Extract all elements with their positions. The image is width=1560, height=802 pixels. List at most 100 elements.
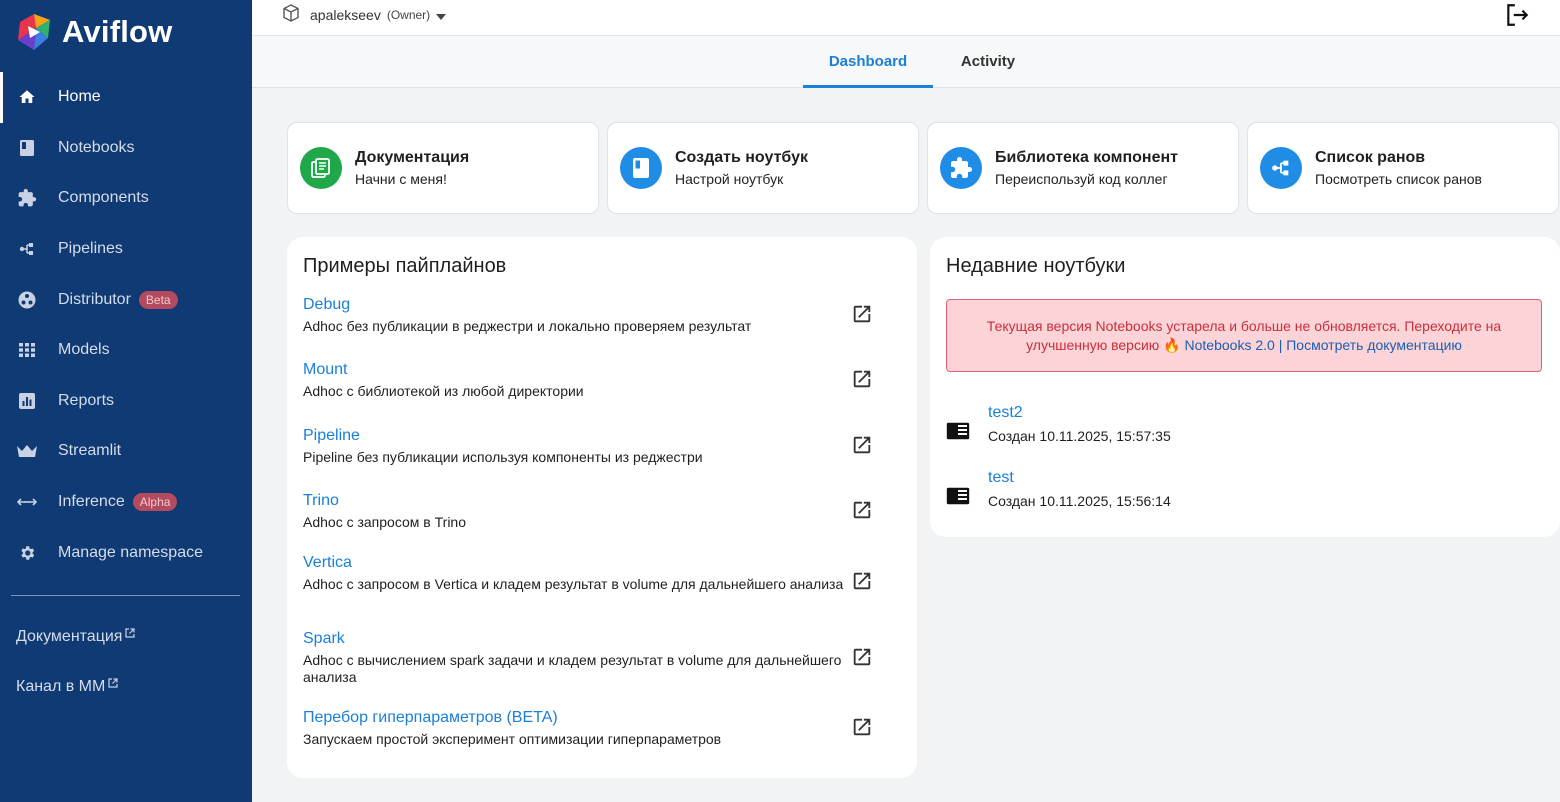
notebook-icon <box>16 137 38 159</box>
sidebar-item-inference[interactable]: Inference Alpha <box>0 477 252 528</box>
sidebar-item-distributor[interactable]: Distributor Beta <box>0 274 252 325</box>
notebook-name-link[interactable]: test <box>988 469 1014 487</box>
example-description: Adhoc с вычислением spark задачи и кладе… <box>303 652 842 685</box>
sidebar-item-label: Inference <box>58 493 125 511</box>
external-link-icon <box>108 675 118 693</box>
example-item-vertica: Vertica Adhoc с запросом в Vertica и кла… <box>303 554 903 593</box>
quick-card-subtitle: Посмотреть список ранов <box>1315 171 1482 187</box>
example-link[interactable]: Debug <box>303 296 903 314</box>
example-description: Adhoc с запросом в Vertica и кладем резу… <box>303 576 844 592</box>
quick-card-component-library[interactable]: Библиотека компонент Переиспользуй код к… <box>927 122 1239 214</box>
recent-notebooks-panel: Недавние ноутбуки Текущая версия Noteboo… <box>930 237 1560 537</box>
sidebar-link-label: Канал в ММ <box>16 678 106 695</box>
sidebar-item-streamlit[interactable]: Streamlit <box>0 426 252 477</box>
example-description: Adhoc с библиотекой из любой директории <box>303 383 584 399</box>
sidebar-item-label: Manage namespace <box>58 543 203 561</box>
sidebar-item-home[interactable]: Home <box>0 72 252 123</box>
notebook-created-date: Создан 10.11.2025, 15:56:14 <box>988 493 1171 509</box>
sidebar-link-mm-channel[interactable]: Канал в ММ <box>16 678 118 696</box>
logout-icon <box>1507 4 1529 26</box>
quick-card-documentation[interactable]: Документация Начни с меня! <box>287 122 599 214</box>
quick-card-subtitle: Начни с меня! <box>355 171 447 187</box>
example-item-spark: Spark Adhoc с вычислением spark задачи и… <box>303 630 903 686</box>
sidebar-item-label: Reports <box>58 391 115 409</box>
sidebar-item-label: Home <box>58 88 101 106</box>
sidebar-item-reports[interactable]: Reports <box>0 376 252 427</box>
example-description: Запускаем простой эксперимент оптимизаци… <box>303 731 722 747</box>
deprecation-warning: Текущая версия Notebooks устарела и боль… <box>946 299 1542 372</box>
quick-card-subtitle: Настрой ноутбук <box>675 171 784 187</box>
app-name: Aviflow <box>62 14 173 49</box>
arrows-icon <box>16 491 38 513</box>
open-in-new-icon[interactable] <box>851 716 875 740</box>
quick-card-title: Создать ноутбук <box>675 149 808 166</box>
example-link[interactable]: Trino <box>303 492 903 510</box>
example-link[interactable]: Spark <box>303 630 903 648</box>
sidebar-link-documentation[interactable]: Документация <box>16 625 136 646</box>
warning-separator: | <box>1278 337 1283 353</box>
sidebar: Aviflow Home Notebooks Components Pipeli… <box>0 0 252 802</box>
notebook-name-link[interactable]: test2 <box>988 404 1023 422</box>
example-link[interactable]: Перебор гиперпараметров (BETA) <box>303 709 903 727</box>
quick-card-title: Список ранов <box>1315 149 1426 166</box>
docs-icon <box>300 147 342 189</box>
example-link[interactable]: Mount <box>303 361 903 379</box>
view-docs-link[interactable]: Посмотреть документацию <box>1286 337 1462 353</box>
open-in-new-icon[interactable] <box>851 303 875 327</box>
open-in-new-icon[interactable] <box>851 368 875 392</box>
notebook-card-icon <box>946 487 970 505</box>
external-link-icon <box>125 625 136 643</box>
chevron-down-icon <box>436 7 447 23</box>
sidebar-item-label: Components <box>58 189 149 207</box>
sidebar-item-label: Pipelines <box>58 240 123 258</box>
sidebar-item-pipelines[interactable]: Pipelines <box>0 224 252 275</box>
panel-title: Примеры пайплайнов <box>303 255 507 277</box>
sidebar-item-models[interactable]: Models <box>0 325 252 376</box>
tab-dashboard[interactable]: Dashboard <box>803 36 933 88</box>
sidebar-item-label: Models <box>58 341 110 359</box>
sidebar-link-label: Документация <box>16 628 123 645</box>
home-icon <box>16 86 38 108</box>
namespace-select[interactable]: apalekseev (Owner) <box>282 4 447 25</box>
puzzle-icon <box>940 147 982 189</box>
tabs-bar: Dashboard Activity <box>252 36 1560 88</box>
example-description: Adhoc с запросом в Trino <box>303 514 466 530</box>
top-bar: apalekseev (Owner) <box>252 0 1560 36</box>
panel-title: Недавние ноутбуки <box>946 255 1126 277</box>
open-in-new-icon[interactable] <box>851 499 875 523</box>
sidebar-divider <box>11 595 240 596</box>
open-in-new-icon[interactable] <box>851 434 875 458</box>
chart-icon <box>16 390 38 412</box>
sidebar-item-label: Distributor <box>58 290 131 308</box>
quick-card-create-notebook[interactable]: Создать ноутбук Настрой ноутбук <box>607 122 919 214</box>
app-logo[interactable]: Aviflow <box>14 10 172 54</box>
pipeline-examples-panel: Примеры пайплайнов Debug Adhoc без публи… <box>287 237 917 778</box>
example-item-hyperparameters: Перебор гиперпараметров (BETA) Запускаем… <box>303 709 903 748</box>
open-in-new-icon[interactable] <box>851 570 875 594</box>
example-link[interactable]: Vertica <box>303 554 903 572</box>
tab-activity[interactable]: Activity <box>938 36 1038 87</box>
sidebar-item-notebooks[interactable]: Notebooks <box>0 123 252 174</box>
beta-badge: Beta <box>138 290 178 309</box>
sidebar-item-label: Streamlit <box>58 442 122 460</box>
notebooks-2-link[interactable]: Notebooks 2.0 <box>1185 337 1275 353</box>
open-in-new-icon[interactable] <box>851 646 875 670</box>
sidebar-nav: Home Notebooks Components Pipelines Dist… <box>0 72 252 578</box>
logout-button[interactable] <box>1504 2 1530 33</box>
grid-icon <box>16 339 38 361</box>
notebook-created-date: Создан 10.11.2025, 15:57:35 <box>988 428 1171 444</box>
quick-card-title: Библиотека компонент <box>995 149 1178 166</box>
example-description: Pipeline без публикации используя компон… <box>303 449 703 465</box>
cube-icon <box>282 4 300 25</box>
sidebar-item-components[interactable]: Components <box>0 173 252 224</box>
sidebar-item-manage-namespace[interactable]: Manage namespace <box>0 527 252 578</box>
quick-card-runs-list[interactable]: Список ранов Посмотреть список ранов <box>1247 122 1559 214</box>
example-item-pipeline: Pipeline Pipeline без публикации использ… <box>303 427 903 466</box>
example-link[interactable]: Pipeline <box>303 427 903 445</box>
gear-icon <box>16 542 38 564</box>
aviflow-logo-icon <box>18 14 50 50</box>
example-description: Adhoc без публикации в реджестри и локал… <box>303 318 752 334</box>
crown-icon <box>16 440 38 462</box>
distributor-icon <box>16 289 38 311</box>
puzzle-icon <box>16 187 38 209</box>
